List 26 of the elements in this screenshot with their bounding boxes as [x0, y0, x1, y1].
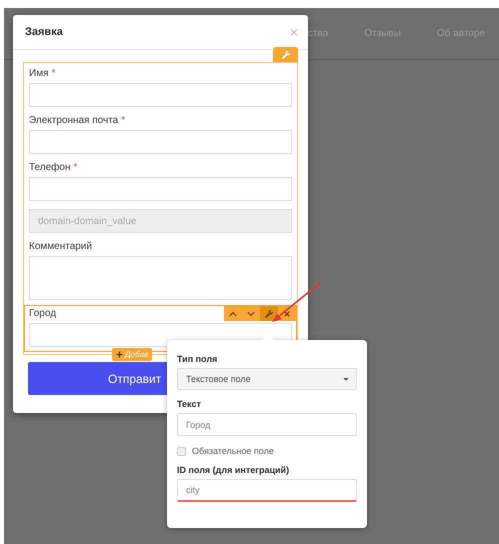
plus-icon — [116, 351, 123, 358]
input-field[interactable]: Город — [177, 413, 357, 436]
input-field[interactable] — [29, 130, 292, 154]
checkbox[interactable] — [177, 446, 186, 456]
wrench-icon[interactable] — [273, 47, 298, 62]
dialog-title: Заявка — [25, 26, 63, 38]
field-label: Имя * — [29, 68, 56, 81]
input-field[interactable] — [29, 256, 292, 300]
arrow-drawing — [270, 281, 322, 323]
input-field[interactable] — [29, 177, 292, 201]
field-label: Комментарий — [29, 241, 92, 254]
add-field-button[interactable]: Добав — [112, 348, 152, 361]
field-label: Телефон * — [29, 162, 78, 175]
caret-icon — [342, 375, 350, 383]
input-field[interactable]: city — [177, 479, 357, 502]
field-label: Электронная почта * — [29, 115, 126, 128]
field-label: ID поля (для интеграций) — [177, 465, 290, 475]
close-button[interactable]: × — [290, 24, 298, 40]
field-label: Текст — [177, 399, 202, 409]
input-field[interactable] — [29, 83, 292, 107]
wrench-icon[interactable] — [260, 306, 278, 321]
field-label: Тип поля — [177, 354, 218, 364]
field-label: Город — [29, 308, 56, 321]
field-type-select[interactable]: Текстовое поле — [177, 368, 357, 390]
input-field[interactable]: domain-domain_value — [29, 209, 292, 233]
checkbox-label: Обязательное поле — [192, 446, 274, 456]
